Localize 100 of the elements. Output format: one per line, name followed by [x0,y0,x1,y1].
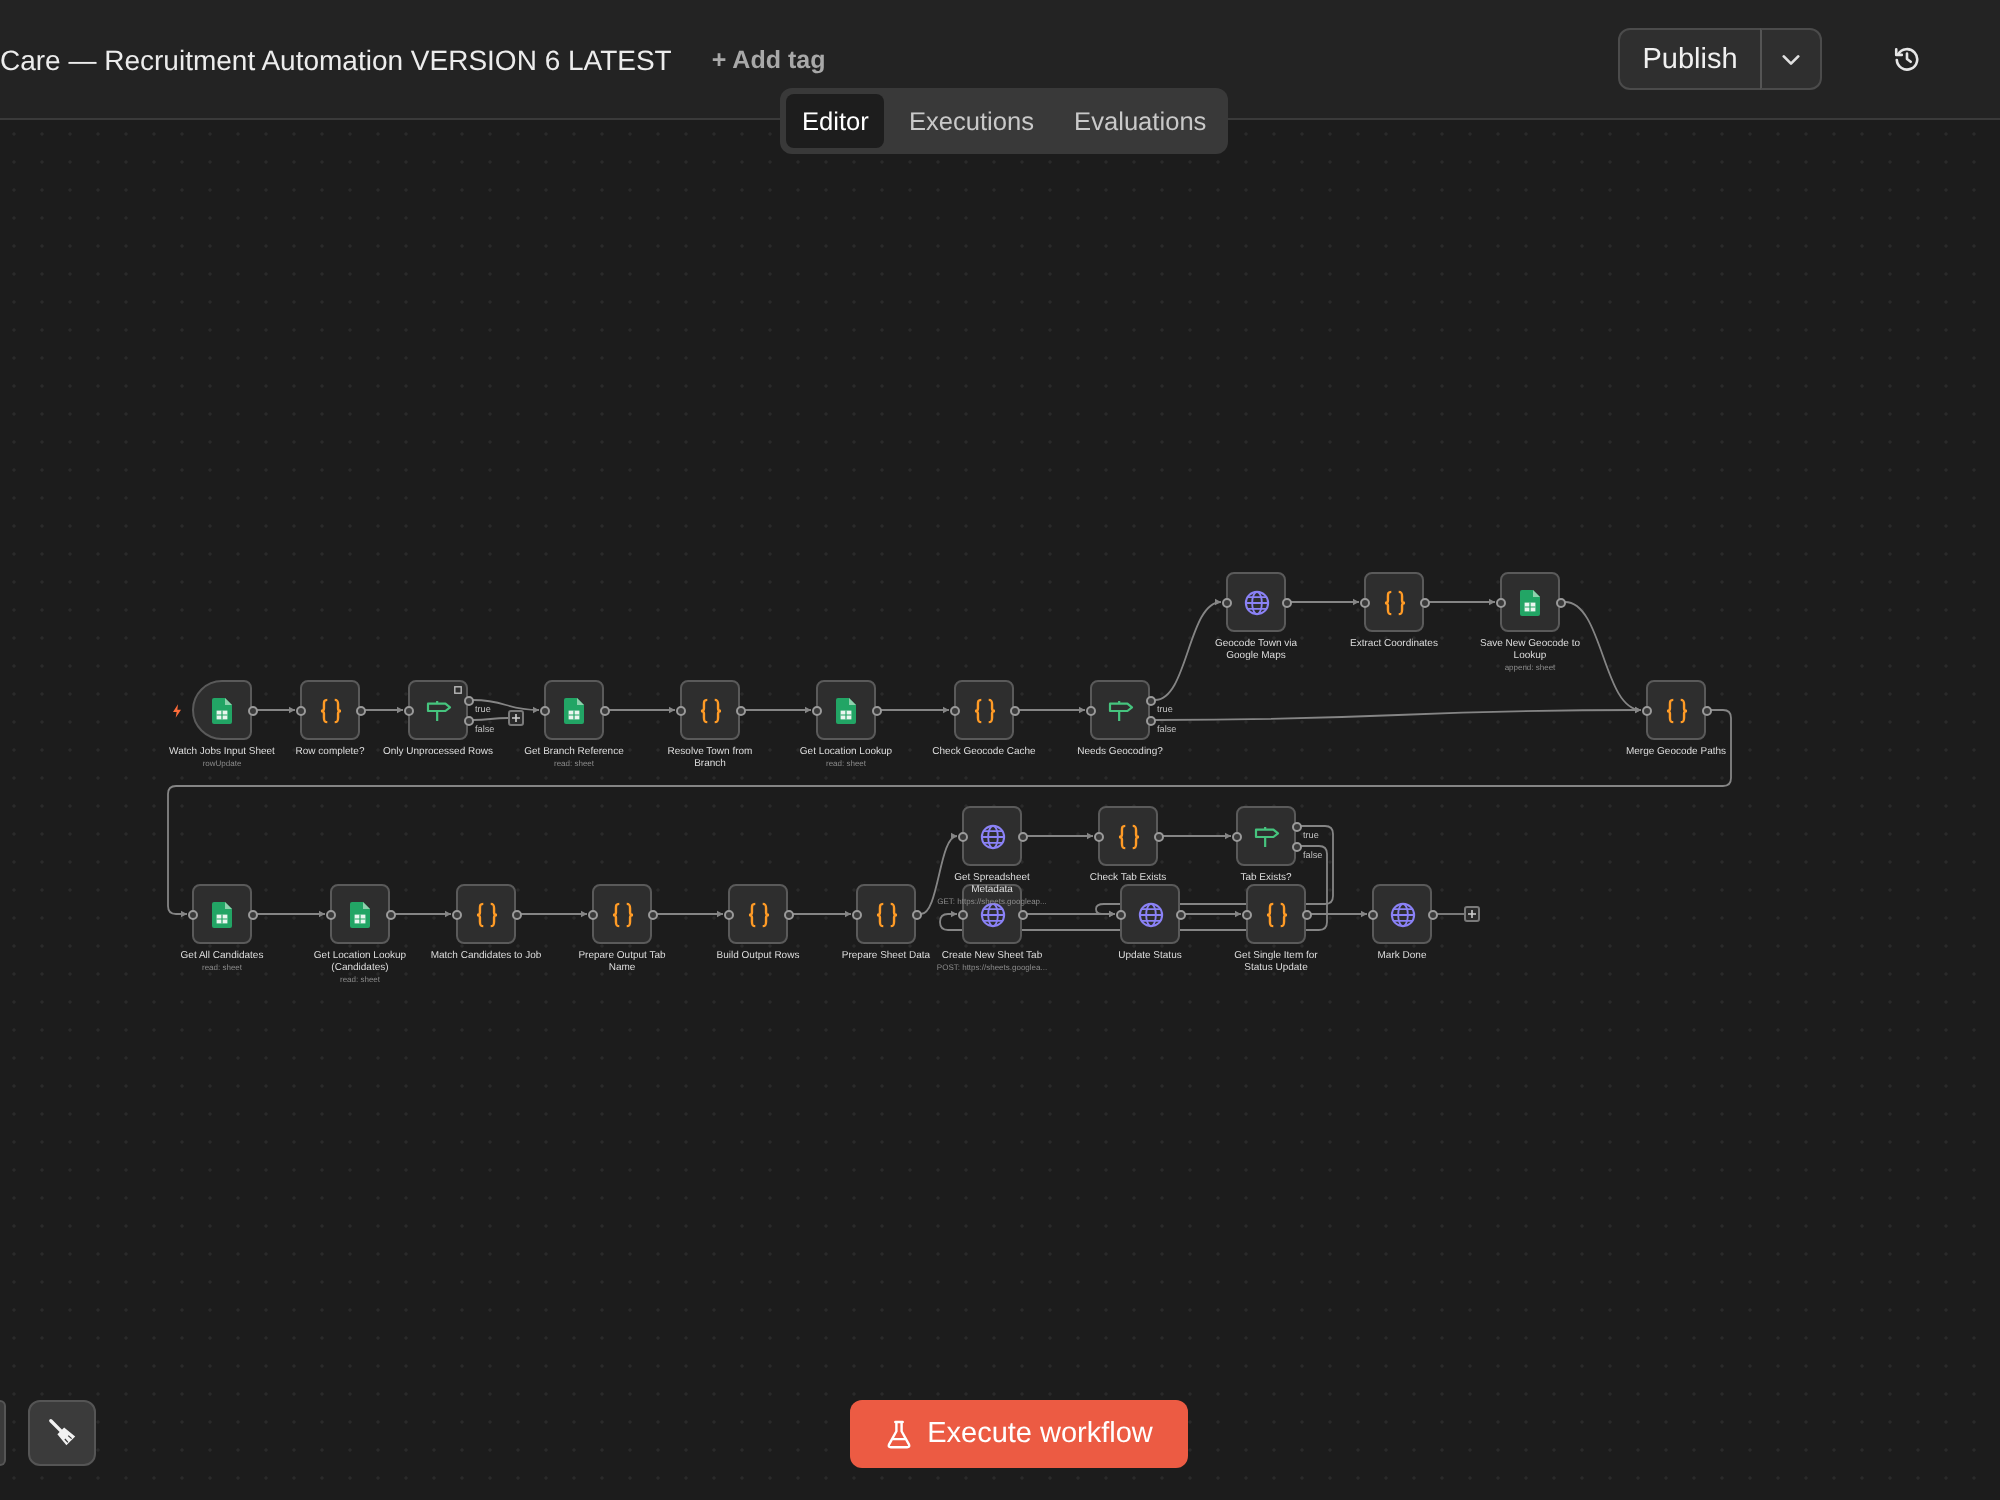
connection-line [1290,598,1360,606]
code-braces-icon [745,901,771,927]
input-handle[interactable] [1641,705,1651,715]
input-handle[interactable] [723,909,733,919]
input-handle[interactable] [587,909,597,919]
output-handle[interactable] [1301,909,1311,919]
spreadsheet-icon [350,901,370,927]
input-handle[interactable] [1221,597,1231,607]
output-handle[interactable] [911,909,921,919]
code-braces-icon [1663,697,1689,723]
view-tab[interactable]: Editor [786,94,885,148]
input-handle[interactable] [1241,909,1251,919]
input-handle[interactable] [811,705,821,715]
workflow-node[interactable] [408,680,468,740]
spreadsheet-icon [212,697,232,723]
input-handle[interactable] [1231,831,1241,841]
view-tab[interactable]: Evaluations [1058,94,1223,148]
workflow-title: Care — Recruitment Automation VERSION 6 LATEST [0,43,672,75]
trigger-node[interactable] [192,680,252,740]
workflow-node[interactable] [1500,572,1560,632]
workflow-node[interactable] [330,884,390,944]
workflow-node[interactable] [1246,884,1306,944]
output-handle[interactable] [1017,831,1027,841]
input-handle[interactable] [851,909,861,919]
workflow-node[interactable] [300,680,360,740]
input-handle[interactable] [325,909,335,919]
code-braces-icon [873,901,899,927]
output-handle[interactable] [599,705,609,715]
input-handle[interactable] [187,909,197,919]
input-handle[interactable] [1115,909,1125,919]
workflow-node[interactable] [1226,572,1286,632]
workflow-node[interactable] [544,680,604,740]
add-tag-button[interactable]: + Add tag [711,41,826,77]
workflow-node[interactable] [856,884,916,944]
output-handle[interactable] [1555,597,1565,607]
workflow-node[interactable] [1372,884,1432,944]
connection-line [1428,598,1496,606]
workflow-node[interactable] [954,680,1014,740]
output-handle[interactable] [385,909,395,919]
output-handle[interactable] [735,705,745,715]
workflow-node[interactable] [1098,806,1158,866]
input-handle[interactable] [949,705,959,715]
output-handle[interactable] [1175,909,1185,919]
output-handle[interactable] [1281,597,1291,607]
chevron-down-icon [1782,53,1800,65]
add-node-button[interactable] [1464,906,1480,922]
globe-icon [979,823,1005,849]
workflow-node[interactable] [592,884,652,944]
input-handle[interactable] [403,705,413,715]
input-handle[interactable] [957,831,967,841]
signpost-icon [425,699,451,721]
input-handle[interactable] [1367,909,1377,919]
input-handle[interactable] [451,909,461,919]
workflow-node[interactable] [192,884,252,944]
workflow-node[interactable] [456,884,516,944]
globe-icon [1243,589,1269,615]
output-handle[interactable] [1701,705,1711,715]
input-handle[interactable] [295,705,305,715]
workflow-node[interactable] [1236,806,1296,866]
output-handle[interactable] [783,909,793,919]
view-tab[interactable]: Executions [892,94,1051,148]
output-handle[interactable] [647,909,657,919]
output-handle[interactable] [1153,831,1163,841]
signpost-icon [1107,699,1133,721]
output-handle[interactable] [1017,909,1027,919]
add-node-button[interactable] [508,710,524,726]
plus-icon [512,714,520,722]
workflow-node[interactable] [1090,680,1150,740]
output-handle[interactable] [355,705,365,715]
workflow-node[interactable] [816,680,876,740]
input-handle[interactable] [1495,597,1505,607]
input-handle[interactable] [539,705,549,715]
signpost-icon [1253,825,1279,847]
output-handle[interactable] [247,705,257,715]
input-handle[interactable] [675,705,685,715]
workflow-node[interactable] [1646,680,1706,740]
output-handle[interactable] [511,909,521,919]
input-handle[interactable] [1093,831,1103,841]
globe-icon [1389,901,1415,927]
input-handle[interactable] [957,909,967,919]
clear-button[interactable] [28,1400,96,1466]
publish-button[interactable]: Publish [1618,28,1762,90]
workflow-node[interactable] [728,884,788,944]
output-handle[interactable] [1419,597,1429,607]
spreadsheet-icon [212,901,232,927]
workflow-node[interactable] [1364,572,1424,632]
output-handle[interactable] [1427,909,1437,919]
input-handle[interactable] [1085,705,1095,715]
output-handle[interactable] [871,705,881,715]
workflow-node[interactable] [1120,884,1180,944]
code-braces-icon [697,697,723,723]
output-handle[interactable] [1009,705,1019,715]
input-handle[interactable] [1359,597,1369,607]
spreadsheet-icon [564,697,584,723]
workflow-node[interactable] [680,680,740,740]
globe-icon [1137,901,1163,927]
spreadsheet-icon [836,697,856,723]
output-handle[interactable] [247,909,257,919]
workflow-node[interactable] [962,806,1022,866]
flask-icon [885,1419,912,1449]
